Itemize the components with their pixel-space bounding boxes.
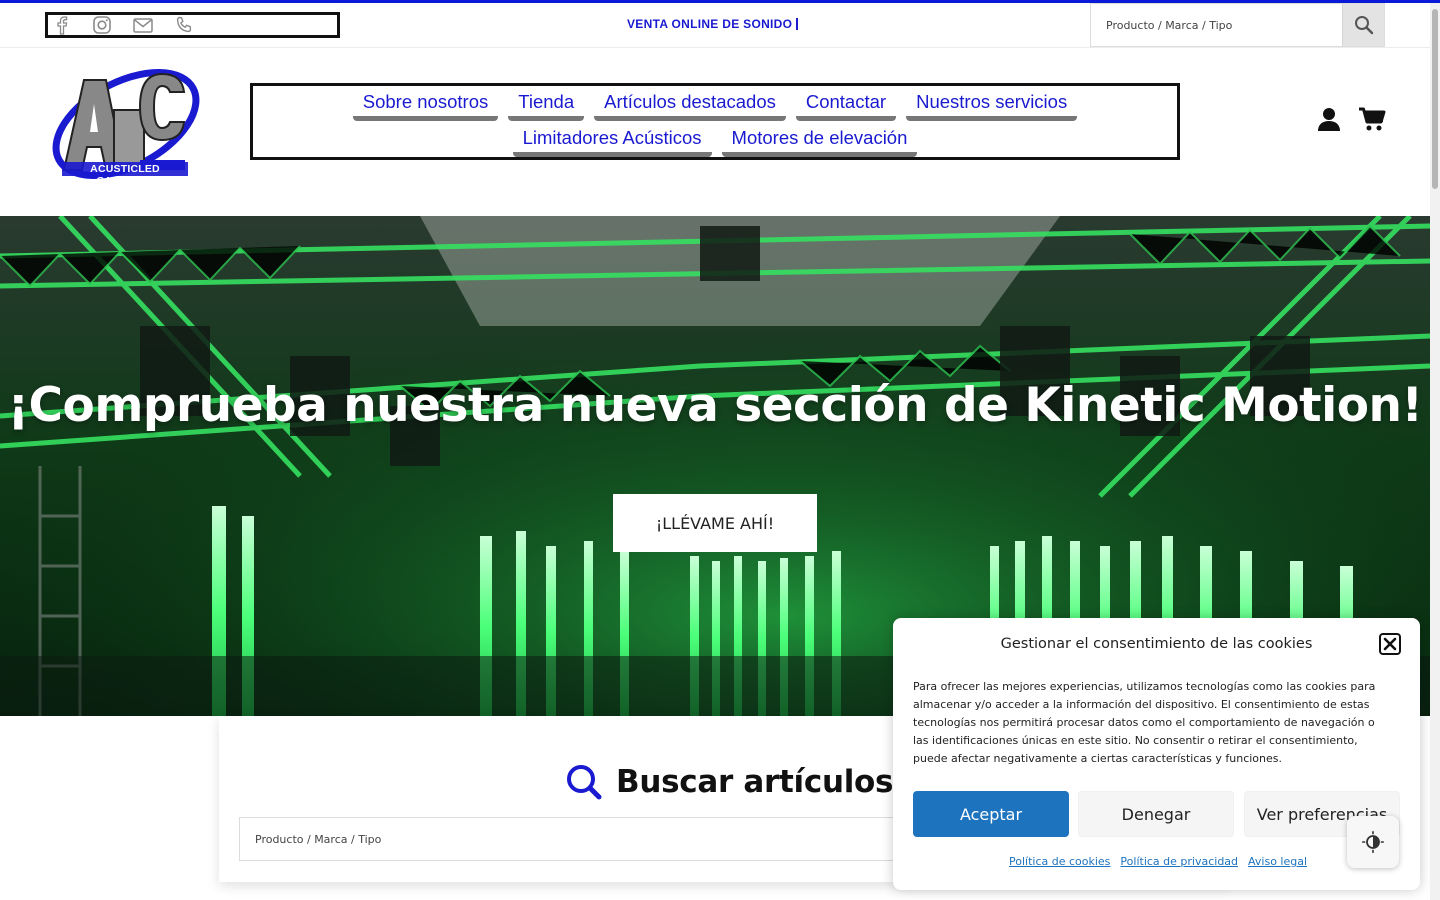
- cookie-body-text: Para ofrecer las mejores experiencias, u…: [913, 680, 1376, 765]
- user-icon[interactable]: [1316, 106, 1342, 132]
- site-logo[interactable]: ACUSTICLED CANARIAS: [44, 52, 208, 192]
- search-icon: [1354, 16, 1373, 35]
- cookie-title: Gestionar el consentimiento de las cooki…: [1000, 636, 1313, 652]
- promo-text: VENTA ONLINE DE SONIDO: [627, 17, 799, 31]
- nav-item-sobre-nosotros[interactable]: Sobre nosotros: [352, 89, 499, 121]
- link-privacy-policy[interactable]: Política de privacidad: [1120, 855, 1238, 868]
- nav-item-limitadores-acusticos[interactable]: Limitadores Acústicos: [512, 125, 712, 157]
- link-cookie-policy[interactable]: Política de cookies: [1009, 855, 1110, 868]
- nav-item-articulos-destacados[interactable]: Artículos destacados: [594, 89, 786, 121]
- cookie-close-button[interactable]: [1379, 633, 1401, 655]
- link-legal-notice[interactable]: Aviso legal: [1248, 855, 1307, 868]
- instagram-icon[interactable]: [92, 15, 112, 35]
- mail-icon[interactable]: [132, 15, 154, 35]
- top-bar: VENTA ONLINE DE SONIDO: [0, 3, 1430, 48]
- cookie-links: Política de cookies Política de privacid…: [1009, 855, 1307, 868]
- social-links: [45, 12, 340, 38]
- theme-toggle-button[interactable]: [1347, 816, 1399, 868]
- hero-cta-button[interactable]: ¡LLÉVAME AHÍ!: [613, 494, 817, 552]
- nav-item-nuestros-servicios[interactable]: Nuestros servicios: [906, 89, 1078, 121]
- top-search-input[interactable]: [1091, 4, 1342, 46]
- article-search-input[interactable]: [239, 817, 939, 861]
- search-heading: Buscar artículos: [566, 764, 894, 800]
- scrollbar-thumb[interactable]: [1432, 9, 1438, 189]
- cookie-accept-button[interactable]: Aceptar: [913, 791, 1069, 837]
- logo-text: ACUSTICLED CANARIAS: [90, 163, 160, 187]
- facebook-icon[interactable]: [52, 15, 72, 35]
- main-nav: Sobre nosotros Tienda Artículos destacad…: [250, 83, 1180, 160]
- nav-item-motores-elevacion[interactable]: Motores de elevación: [721, 125, 918, 157]
- top-search: [1090, 3, 1385, 47]
- site-header: ACUSTICLED CANARIAS Sobre nosotros Tiend…: [0, 48, 1430, 216]
- cart-icon[interactable]: [1358, 106, 1386, 132]
- close-icon: [1383, 637, 1397, 651]
- top-search-button[interactable]: [1342, 4, 1384, 46]
- nav-row-2: Limitadores Acústicos Motores de elevaci…: [253, 125, 1177, 157]
- header-icons: [1316, 106, 1386, 132]
- page-scrollbar[interactable]: [1430, 3, 1440, 900]
- nav-row-1: Sobre nosotros Tienda Artículos destacad…: [253, 89, 1177, 121]
- search-icon: [567, 765, 602, 800]
- phone-icon[interactable]: [174, 15, 194, 35]
- search-heading-text: Buscar artículos: [616, 764, 894, 800]
- cookie-deny-button[interactable]: Denegar: [1078, 791, 1234, 837]
- hero-title: ¡Comprueba nuestra nueva sección de Kine…: [7, 378, 1423, 433]
- cookie-consent-dialog: Gestionar el consentimiento de las cooki…: [893, 618, 1420, 890]
- nav-item-contactar[interactable]: Contactar: [795, 89, 897, 121]
- nav-item-tienda[interactable]: Tienda: [508, 89, 585, 121]
- contrast-icon: [1362, 831, 1384, 853]
